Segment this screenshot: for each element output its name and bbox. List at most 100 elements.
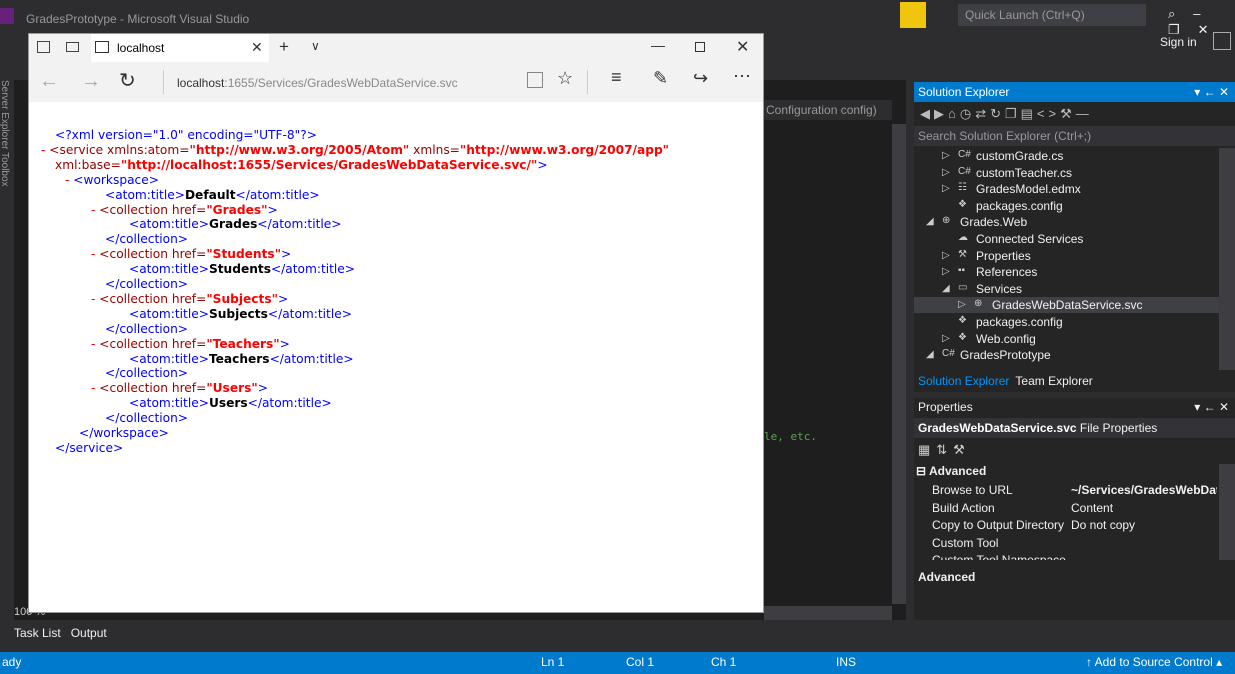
panel-controls-icon[interactable]: ▾ ← ✕ xyxy=(1194,85,1229,99)
web-note-pen-icon[interactable]: ✎ xyxy=(653,68,668,89)
property-row[interactable]: Copy to Output Directory Do not copy xyxy=(914,517,1219,534)
xml-collection-title: <atom:title>Subjects</atom:title> xyxy=(129,306,352,321)
set-tabs-aside-icon[interactable] xyxy=(66,42,79,52)
tabs-aside-icon[interactable] xyxy=(37,41,50,53)
property-name: Copy to Output Directory xyxy=(932,518,1065,532)
properties-toolbar[interactable]: ▦⇅⚒ xyxy=(918,442,971,458)
account-avatar-icon[interactable] xyxy=(1213,32,1231,50)
expand-arrow-icon[interactable]: ▷ xyxy=(958,299,966,310)
property-value[interactable]: Do not copy xyxy=(1071,518,1217,532)
expand-arrow-icon[interactable]: ▷ xyxy=(942,250,950,261)
references-icon: ▪▪ xyxy=(958,265,966,277)
tree-item[interactable]: ❖ packages.config xyxy=(914,198,1219,214)
expand-arrow-icon[interactable]: ▷ xyxy=(942,183,950,194)
tree-item-label: customGrade.cs xyxy=(976,149,1064,163)
tree-item[interactable]: ☁ Connected Services xyxy=(914,231,1219,247)
tree-item[interactable]: ▷ C# customTeacher.cs xyxy=(914,165,1219,181)
solution-search-input[interactable]: Search Solution Explorer (Ctrl+;) xyxy=(914,126,1235,146)
property-row[interactable]: Custom Tool Namespace xyxy=(914,552,1219,560)
tree-item[interactable]: ▷ C# customGrade.cs xyxy=(914,148,1219,164)
maximize-icon[interactable] xyxy=(695,42,705,52)
more-options-icon[interactable]: ⋯ xyxy=(733,66,751,87)
tree-item[interactable]: ▷ ⊕ GradesWebDataService.svc xyxy=(914,297,1219,314)
tree-item-label: Properties xyxy=(976,248,1031,263)
minimize-icon[interactable]: — xyxy=(651,37,665,53)
close-tab-icon[interactable]: ✕ xyxy=(251,39,263,56)
properties-object-selector[interactable]: GradesWebDataService.svc File Properties xyxy=(914,418,1235,438)
expand-arrow-icon[interactable]: ▷ xyxy=(942,167,950,178)
expand-arrow-icon[interactable]: ▷ xyxy=(942,150,950,161)
tree-item[interactable]: ▷ ☷ GradesModel.edmx xyxy=(914,181,1219,197)
xml-collection-close: </collection> xyxy=(105,411,189,426)
close-icon[interactable]: ✕ xyxy=(736,37,749,57)
tree-item-label: packages.config xyxy=(976,198,1063,213)
editor-nav-dropdown[interactable]: Configuration config) xyxy=(762,100,892,120)
tree-item[interactable]: ▷ ❖ Web.config xyxy=(914,331,1219,347)
expand-arrow-icon[interactable]: ◢ xyxy=(942,283,950,294)
minimize-icon[interactable]: – xyxy=(1193,6,1200,21)
panel-controls-icon[interactable]: ▾ ← ✕ xyxy=(1194,400,1229,414)
add-to-source-control-button[interactable]: ↑ Add to Source Control ▴ xyxy=(1086,655,1222,669)
property-name: Build Action xyxy=(932,500,995,515)
sign-in-link[interactable]: Sign in xyxy=(1160,35,1197,49)
property-row[interactable]: Build Action Content xyxy=(914,500,1219,517)
tree-item[interactable]: ❖ packages.config xyxy=(914,314,1219,330)
property-row[interactable]: Browse to URL ~/Services/GradesWebData: xyxy=(914,482,1219,499)
back-arrow-icon[interactable]: ← xyxy=(39,70,59,93)
tree-item-label: Grades.Web xyxy=(960,215,1028,230)
xml-service-open: - <service xmlns:atom="http://www.w3.org… xyxy=(41,142,670,157)
search-icon[interactable]: ⌕ xyxy=(1168,6,1175,21)
divider xyxy=(587,70,588,94)
tab-task-list[interactable]: Task List xyxy=(14,626,61,640)
bottom-tool-tabs: Task List Output xyxy=(14,626,117,640)
solution-tree-scrollbar[interactable] xyxy=(1219,148,1235,370)
property-value[interactable]: Content xyxy=(1071,501,1217,515)
quick-launch-input[interactable]: Quick Launch (Ctrl+Q) xyxy=(958,4,1146,26)
expand-arrow-icon[interactable]: ▷ xyxy=(942,266,950,277)
panel-title: Properties xyxy=(918,400,973,414)
expand-arrow-icon[interactable]: ◢ xyxy=(926,349,934,360)
feedback-filter-icon[interactable] xyxy=(900,2,926,28)
chevron-down-icon[interactable]: ∨ xyxy=(311,39,320,53)
server-explorer-toolbox-tabs[interactable]: Server Explorer Toolbox xyxy=(0,80,10,200)
address-bar[interactable]: localhost:1655/Services/GradesWebDataSer… xyxy=(177,76,458,90)
csharp-project-icon: C# xyxy=(942,348,955,360)
solution-explorer-toolbar[interactable]: ◀▶⌂◷⇄↻❐▤<>⚒— xyxy=(914,104,1235,126)
properties-scrollbar[interactable] xyxy=(1219,464,1235,560)
reading-view-icon[interactable] xyxy=(527,72,543,88)
editor-horizontal-scrollbar[interactable] xyxy=(764,606,892,620)
properties-grid: Browse to URL ~/Services/GradesWebData: Bu… xyxy=(914,464,1219,560)
tree-item[interactable]: ▷ ▪▪ References xyxy=(914,264,1219,280)
tree-item[interactable]: ◢ ⊕ Grades.Web xyxy=(914,214,1219,230)
expand-arrow-icon[interactable]: ▷ xyxy=(942,333,950,344)
xml-collection-close: </collection> xyxy=(105,366,189,381)
xml-service-close: </service> xyxy=(55,440,124,455)
expand-arrow-icon[interactable]: ◢ xyxy=(926,216,934,227)
edmx-icon: ☷ xyxy=(958,182,967,194)
new-tab-icon[interactable]: + xyxy=(279,37,289,57)
properties-header: Properties ▾ ← ✕ xyxy=(914,400,1235,414)
xml-collection-title: <atom:title>Grades</atom:title> xyxy=(129,217,342,232)
properties-panel: Properties ▾ ← ✕ GradesWebDataService.svc… xyxy=(914,398,1235,620)
forward-arrow-icon[interactable]: → xyxy=(81,70,101,93)
hub-icon[interactable]: ≡ xyxy=(611,67,622,88)
refresh-icon[interactable]: ↻ xyxy=(119,68,136,93)
tree-item[interactable]: ◢ ▭ Services xyxy=(914,281,1219,297)
tab-team-explorer[interactable]: Team Explorer xyxy=(1015,374,1092,388)
property-value[interactable]: ~/Services/GradesWebData: xyxy=(1071,483,1217,497)
xml-collection-title: <atom:title>Users</atom:title> xyxy=(129,396,332,411)
favorite-star-icon[interactable]: ☆ xyxy=(557,68,573,89)
share-icon[interactable]: ↪ xyxy=(693,68,708,89)
close-icon[interactable]: ✕ xyxy=(1198,22,1209,37)
xml-collection-title: <atom:title>Students</atom:title> xyxy=(129,262,356,277)
tree-item-label: References xyxy=(976,265,1038,280)
xml-workspace-title: <atom:title>Default</atom:title> xyxy=(105,187,320,202)
tab-output[interactable]: Output xyxy=(71,626,107,640)
editor-vertical-scrollbar[interactable] xyxy=(892,124,906,604)
property-row[interactable]: Custom Tool xyxy=(914,535,1219,552)
tree-item[interactable]: ▷ ⚒ Properties xyxy=(914,248,1219,264)
tab-solution-explorer[interactable]: Solution Explorer xyxy=(918,374,1009,388)
service-icon: ⊕ xyxy=(974,298,983,310)
tree-item[interactable]: ◢ C# GradesPrototype xyxy=(914,347,1219,363)
browser-window: localhost ✕ + ∨ — ✕ ← → ↻ localhost:1655… xyxy=(28,33,764,613)
